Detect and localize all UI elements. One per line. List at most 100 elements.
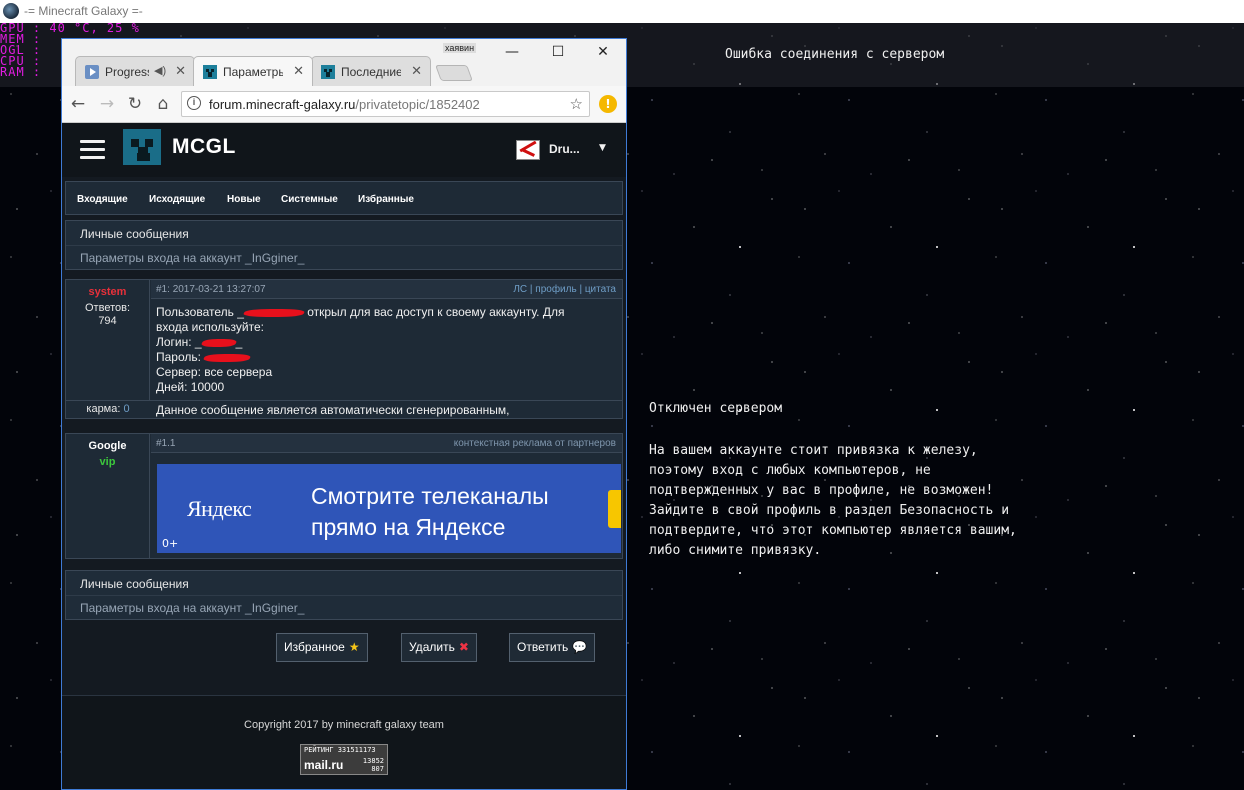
app-icon [3,3,19,19]
login-suffix: _ [235,335,243,349]
post-author: Google [88,440,127,452]
creeper-icon [321,65,335,79]
nav-favorites[interactable]: Избранные [358,194,414,205]
site-main: Входящие Исходящие Новые Системные Избра… [62,177,626,789]
post-ad: Google vip #1.1 контекстная реклама от п… [65,433,623,559]
post-number: #1: [156,284,170,295]
post-author-column: Google vip [66,434,150,558]
server-message-text: На вашем аккаунте стоит привязка к желез… [649,443,1017,558]
outer-window-title: -= Minecraft Galaxy =- [24,4,143,18]
counter-num2: 807 [371,765,384,773]
section-subtitle: Параметры входа на аккаунт _InGginer_ [66,595,622,620]
browser-window: хаявин — ☐ ✕ Progress ◀) ✕ Параметры ✕ П… [61,38,627,790]
section-subtitle: Параметры входа на аккаунт _InGginer_ [66,245,622,270]
tab-strip: Progress ◀) ✕ Параметры ✕ Последние ✕ [62,56,626,86]
connection-error-text: Ошибка соединения с сервером [725,47,945,62]
post-text: входа используйте: [156,320,264,334]
replies-label: Ответов: [85,302,130,314]
pm-section-header: Личные сообщения Параметры входа на акка… [65,220,623,270]
delete-button[interactable]: Удалить ✖ [401,633,477,662]
tab-label: Последние [341,65,401,79]
avatar[interactable] [516,140,540,160]
post-rank: vip [99,456,116,468]
user-name[interactable]: Dru... [549,142,580,156]
tab-close-icon[interactable]: ✕ [293,63,304,79]
play-icon [85,65,99,79]
tab-parameters[interactable]: Параметры ✕ [193,56,313,86]
browser-toolbar: ← → ↻ ⌂ i forum.minecraft-galaxy.ru/priv… [62,86,626,123]
redaction-mark [242,308,306,317]
forward-arrow-icon[interactable]: → [96,93,118,115]
tab-close-icon[interactable]: ✕ [411,63,422,79]
redaction-mark [199,338,238,347]
ad-banner[interactable]: Яндекс Смотрите телеканалы прямо на Янде… [157,464,621,553]
site-footer: Copyright 2017 by minecraft galaxy team … [62,695,626,789]
pm-nav: Входящие Исходящие Новые Системные Избра… [65,181,623,215]
hamburger-menu-icon[interactable] [80,140,105,160]
reload-icon[interactable]: ↻ [124,93,146,115]
karma-value[interactable]: 0 [123,403,129,415]
karma: карма: 0 [66,403,150,415]
tab-label: Progress [105,65,149,79]
nav-system[interactable]: Системные [281,194,338,205]
back-arrow-icon[interactable]: ← [67,93,89,115]
mailru-counter-badge[interactable]: РЕЙТИНГ 331511173 mail.ru 13852 807 [300,744,388,775]
logo-creeper-icon[interactable] [123,129,161,165]
ad-brand: Яндекс [187,496,252,521]
section-title: Личные сообщения [80,227,189,241]
chevron-down-icon[interactable]: ▼ [599,143,606,153]
post-number: #1.1 [156,438,176,449]
star-icon: ★ [348,640,360,654]
nav-new[interactable]: Новые [227,194,261,205]
days-line: Дней: 10000 [156,380,225,394]
address-bar[interactable]: i forum.minecraft-galaxy.ru/privatetopic… [181,91,590,117]
bookmark-star-icon[interactable]: ☆ [570,95,583,113]
reply-button[interactable]: Ответить 💬 [509,633,596,662]
counter-numbers: 13852 807 [363,757,384,773]
karma-row: карма: 0 Данное сообщение является автом… [66,400,622,418]
address-text: forum.minecraft-galaxy.ru/privatetopic/1… [209,97,480,112]
post-text: открыл для вас доступ к своему аккаунту.… [303,305,565,319]
pm-section-footer: Личные сообщения Параметры входа на акка… [65,570,623,620]
site-header: MCGL Dru... ▼ [62,123,626,177]
post-meta-bar: #1.1 контекстная реклама от партнеров [151,434,622,453]
redaction-mark [202,353,253,362]
info-icon[interactable]: i [187,96,201,110]
address-host: forum.minecraft-galaxy.ru [209,97,356,112]
speech-bubble-icon: 💬 [572,640,588,654]
auto-message-note: Данное сообщение является автоматически … [156,403,510,417]
new-tab-button[interactable] [435,65,473,81]
tab-label: Параметры [223,65,283,79]
tab-close-icon[interactable]: ✕ [175,63,186,79]
delete-x-icon: ✖ [458,640,469,654]
ad-button[interactable] [608,490,621,528]
home-icon[interactable]: ⌂ [152,93,174,115]
post-system: system Ответов: 794 #1: 2017-03-21 13:27… [65,279,623,419]
password-label: Пароль: [156,350,205,364]
post-date: 2017-03-21 13:27:07 [172,284,266,295]
favorite-label: Избранное [284,640,345,654]
copyright-text: Copyright 2017 by minecraft galaxy team [244,719,444,731]
counter-rating: РЕЙТИНГ 331511173 [304,746,376,754]
window-user-label: хаявин [443,43,477,53]
section-title: Личные сообщения [80,577,189,591]
post-text: Пользователь _ [156,305,244,319]
nav-outbox[interactable]: Исходящие [149,194,205,205]
nav-inbox[interactable]: Входящие [77,194,128,205]
server-line: Сервер: все сервера [156,365,273,379]
ad-label: контекстная реклама от партнеров [453,438,616,449]
favorite-button[interactable]: Избранное ★ [276,633,368,662]
extension-icon[interactable]: ! [599,95,617,113]
post-meta-bar: #1: 2017-03-21 13:27:07 ЛС | профиль | ц… [151,280,622,299]
post-body: Пользователь _ открыл для вас доступ к с… [156,305,616,395]
address-path: /privatetopic/1852402 [355,97,480,112]
counter-brand: mail.ru [304,758,344,772]
tab-latest[interactable]: Последние ✕ [311,56,431,86]
speaker-icon[interactable]: ◀) [154,64,166,77]
post-links[interactable]: ЛС | профиль | цитата [513,284,616,295]
post-author[interactable]: system [66,286,149,298]
site-logo[interactable]: MCGL [172,135,236,159]
post-author-column: system Ответов: 794 [66,280,150,401]
karma-label: карма: [86,403,121,415]
tab-progress[interactable]: Progress ◀) ✕ [75,56,195,86]
